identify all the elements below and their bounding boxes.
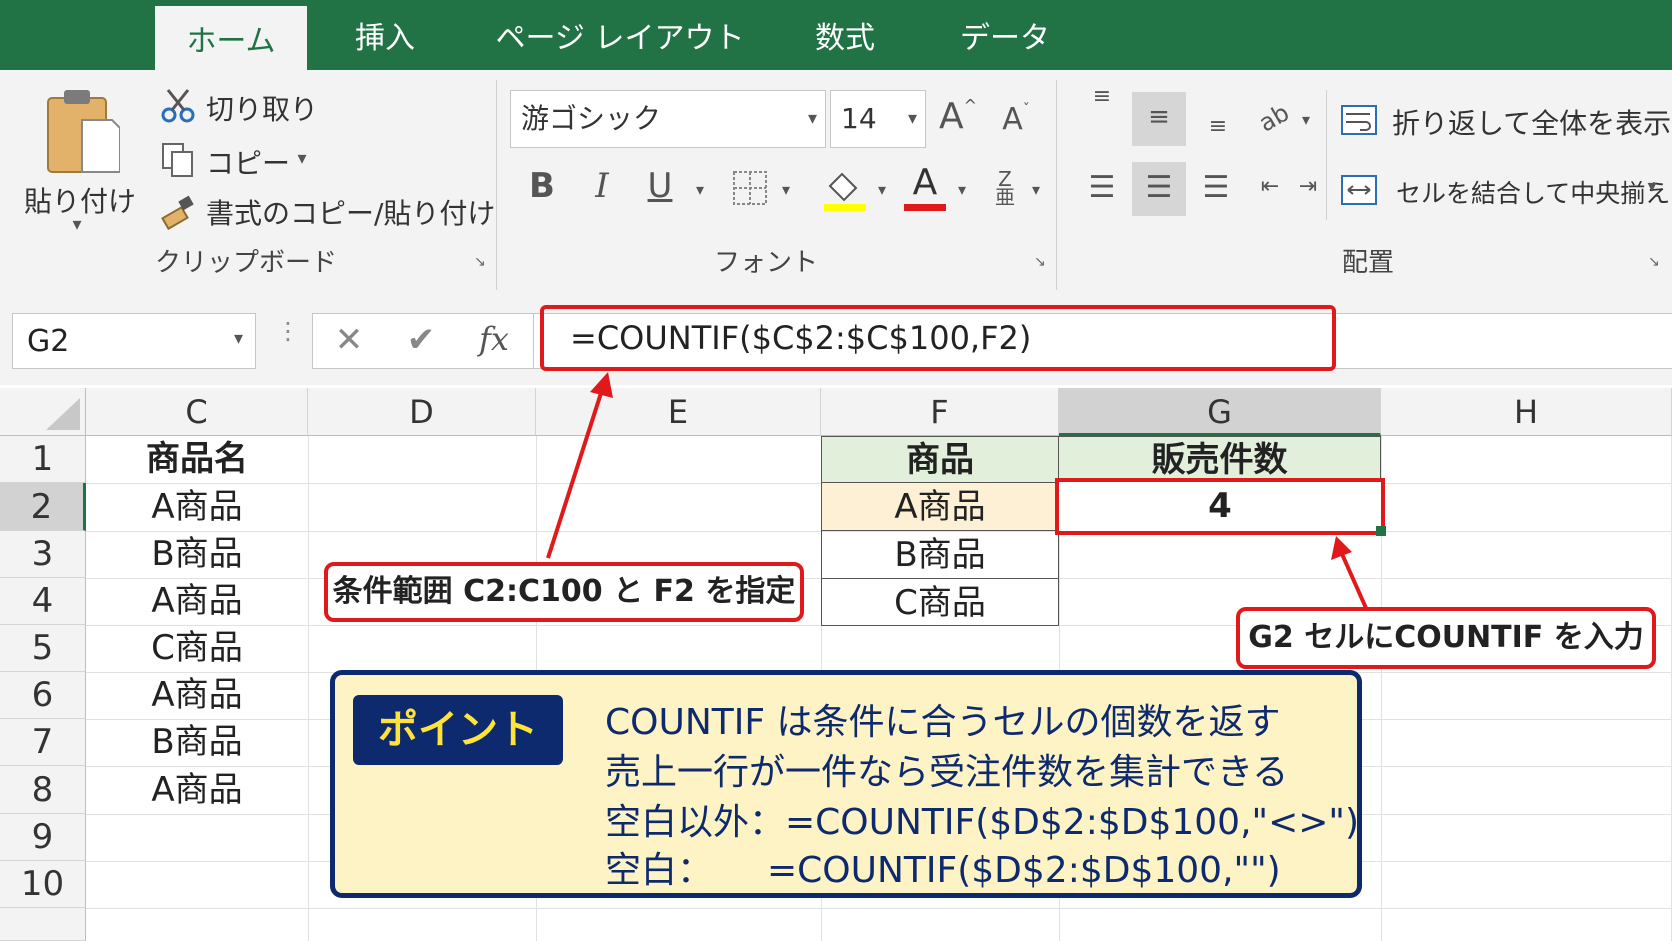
point-line-4: 空白： =COUNTIF($D$2:$D$100,"") xyxy=(605,850,1281,891)
arrow-head-icon xyxy=(590,372,613,398)
point-line-1: COUNTIF は条件に合うセルの個数を返す xyxy=(605,702,1281,743)
arrow-to-formula xyxy=(546,389,604,559)
arrow-to-g2 xyxy=(1340,553,1368,609)
point-badge: ポイント xyxy=(353,695,563,765)
point-box: ポイント COUNTIF は条件に合うセルの個数を返す 売上一行が一件なら受注件… xyxy=(330,670,1362,898)
callout-range: 条件範囲 C2:C100 と F2 を指定 xyxy=(324,562,804,622)
point-line-3: 空白以外：=COUNTIF($D$2:$D$100,"<>") xyxy=(605,802,1360,843)
point-line-2: 売上一行が一件なら受注件数を集計できる xyxy=(605,752,1289,793)
callout-input: G2 セルにCOUNTIF を入力 xyxy=(1236,607,1656,669)
